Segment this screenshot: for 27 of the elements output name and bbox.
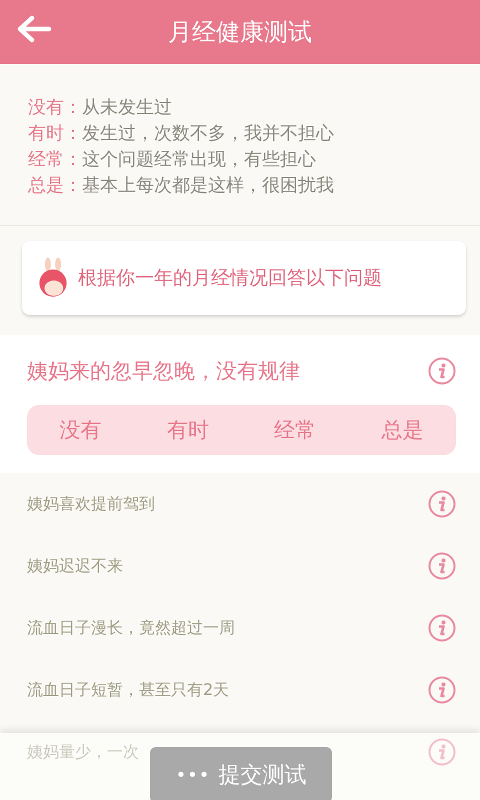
legend-label: 总是： (28, 174, 82, 198)
legend-description: 这个问题经常出现，有些担心 (82, 148, 316, 172)
answer-option[interactable]: 经常 (242, 405, 349, 455)
legend-description: 基本上每次都是这样，很困扰我 (82, 174, 334, 198)
info-icon[interactable] (428, 614, 456, 642)
legend-label: 有时： (28, 122, 82, 146)
info-icon[interactable] (428, 357, 456, 385)
answer-option[interactable]: 总是 (348, 405, 456, 455)
legend-label: 经常： (28, 148, 82, 172)
info-icon[interactable] (428, 738, 456, 766)
question-text[interactable]: 流血日子短暂，甚至只有2天 (27, 680, 230, 700)
back-arrow-icon[interactable] (16, 15, 52, 43)
legend-description: 从未发生过 (82, 96, 172, 120)
question-text[interactable]: 流血日子漫长，竟然超过一周 (27, 618, 235, 638)
question-text[interactable]: 姨妈量少，一次 (27, 742, 139, 762)
question-text[interactable]: 姨妈迟迟不来 (27, 556, 123, 576)
answer-option[interactable]: 没有 (27, 405, 134, 455)
page-title: 月经健康测试 (168, 17, 312, 48)
question-text[interactable]: 姨妈喜欢提前驾到 (27, 494, 155, 514)
answer-option[interactable]: 有时 (134, 405, 242, 455)
info-icon[interactable] (428, 490, 456, 518)
info-icon[interactable] (428, 552, 456, 580)
legend-description: 发生过，次数不多，我并不担心 (82, 122, 334, 146)
hint-text: 根据你一年的月经情况回答以下问题 (78, 266, 382, 291)
info-icon[interactable] (428, 676, 456, 704)
legend-label: 没有： (28, 96, 82, 120)
question-text: 姨妈来的忽早忽晚，没有规律 (27, 358, 300, 385)
